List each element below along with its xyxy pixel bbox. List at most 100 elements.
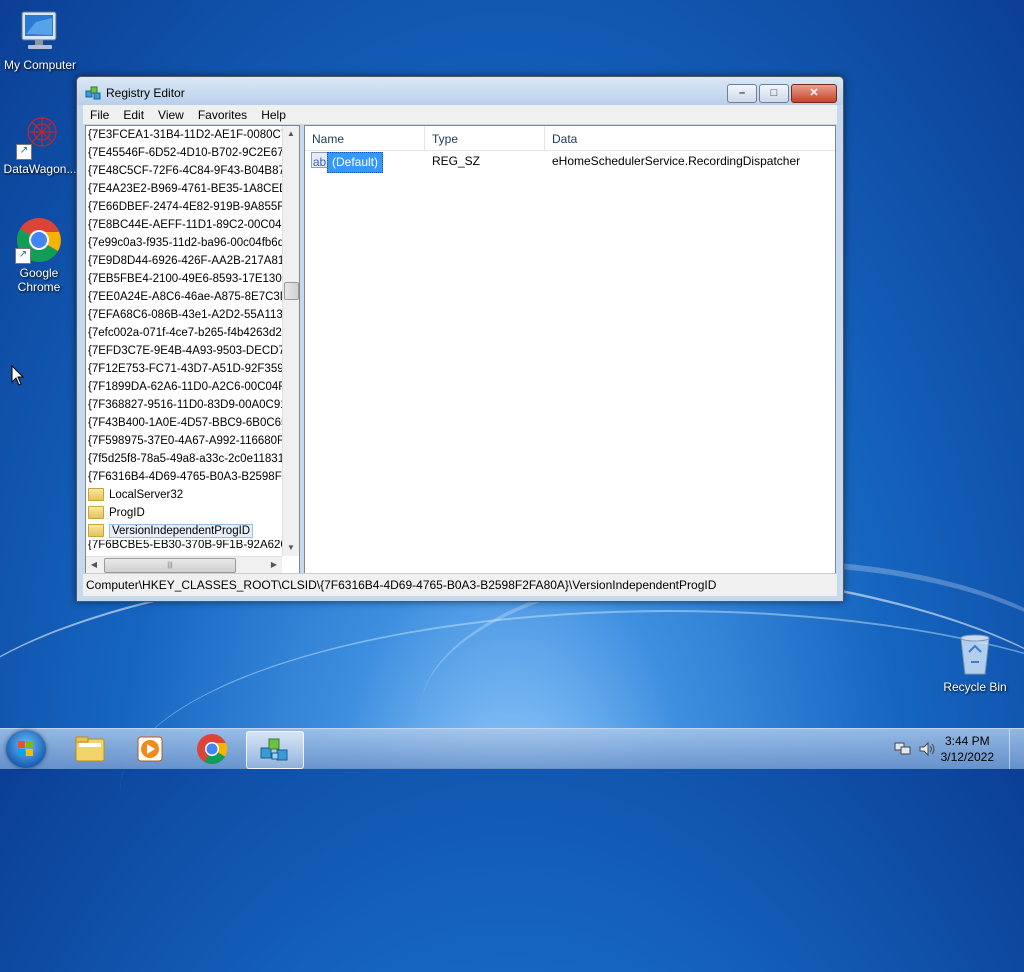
maximize-icon: □ xyxy=(770,87,778,99)
values-column-header: Name Type Data xyxy=(305,126,835,151)
tree-key-row[interactable]: {7E45546F-6D52-4D10-B702-9C2E67232E62} xyxy=(86,144,299,162)
maximize-button[interactable]: □ xyxy=(759,84,789,103)
tree-key-row[interactable]: {7e99c0a3-f935-11d2-ba96-00c04fb6d0d1} xyxy=(86,234,299,252)
tree-key-label: {7F43B400-1A0E-4D57-BBC9-6B0C65F7A889} xyxy=(88,417,299,429)
tree-key-label: {7efc002a-071f-4ce7-b265-f4b4263d2fd3} xyxy=(88,327,299,339)
column-type[interactable]: Type xyxy=(425,126,545,150)
column-data[interactable]: Data xyxy=(545,126,834,150)
network-icon[interactable] xyxy=(894,741,912,757)
scroll-right-icon[interactable]: ▶ xyxy=(266,557,282,573)
title-bar[interactable]: Registry Editor – □ ✕ xyxy=(77,77,843,105)
volume-icon[interactable] xyxy=(918,741,936,757)
tree-key-label: {7F1899DA-62A6-11D0-A2C6-00C04FD909DD} xyxy=(88,381,299,393)
tree-key-row[interactable]: {7F1899DA-62A6-11D0-A2C6-00C04FD909DD} xyxy=(86,378,299,396)
desktop-icon-recycle-bin[interactable]: Recycle Bin xyxy=(935,630,1015,694)
registry-key-tree[interactable]: {7E3FCEA1-31B4-11D2-AE1F-0080C7337EA1} {7… xyxy=(85,125,300,574)
tree-horizontal-scrollbar[interactable]: ◀ ||| ▶ xyxy=(86,556,282,573)
minimize-button[interactable]: – xyxy=(727,84,757,103)
shortcut-arrow-icon: ↗ xyxy=(16,144,32,160)
tree-key-row[interactable]: {7E4A23E2-B969-4761-BE35-1A8CED58E323} xyxy=(86,180,299,198)
desktop-icon-my-computer[interactable]: My Computer xyxy=(0,8,80,72)
close-button[interactable]: ✕ xyxy=(791,84,837,103)
tree-subkey-row[interactable]: LocalServer32 xyxy=(86,486,299,504)
tree-key-label: {7F6316B4-4D69-4765-B0A3-B2598F2FA80A} xyxy=(88,471,299,483)
show-desktop-button[interactable] xyxy=(1009,729,1024,769)
tree-subkey-row[interactable]: ProgID xyxy=(86,504,299,522)
media-player-icon xyxy=(137,736,163,762)
taskbar-registry-editor[interactable] xyxy=(246,731,304,769)
datawagon-icon: ↗ xyxy=(16,112,64,160)
menu-bar: File Edit View Favorites Help xyxy=(83,105,837,124)
scroll-down-icon[interactable]: ▼ xyxy=(283,540,299,556)
windows-logo-icon xyxy=(18,741,34,757)
scroll-left-icon[interactable]: ◀ xyxy=(86,557,102,573)
clock[interactable]: 3:44 PM 3/12/2022 xyxy=(941,733,994,765)
tree-subkey-label: ProgID xyxy=(109,507,145,519)
folder-icon xyxy=(88,506,104,520)
registry-editor-window[interactable]: Registry Editor – □ ✕ File Edit View Fav… xyxy=(76,76,844,602)
value-data: eHomeSchedulerService.RecordingDispatche… xyxy=(552,154,801,168)
tree-key-label: {7EE0A24E-A8C6-46ae-A875-8E7C3D39D9A3} xyxy=(88,291,299,303)
value-type: REG_SZ xyxy=(432,154,481,168)
tree-key-row[interactable]: {7EE0A24E-A8C6-46ae-A875-8E7C3D39D9A3} xyxy=(86,288,299,306)
tree-key-label: {7F598975-37E0-4A67-A992-116680F0CEDA} xyxy=(88,435,299,447)
tree-key-row[interactable]: {7f5d25f8-78a5-49a8-a33c-2c0e11831b8d} xyxy=(86,450,299,468)
column-name[interactable]: Name xyxy=(305,126,425,150)
taskbar-windows-explorer[interactable] xyxy=(62,731,118,767)
taskbar-google-chrome[interactable] xyxy=(184,731,240,767)
tree-key-row[interactable]: {7F6316B4-4D69-4765-B0A3-B2598F2FA80A} xyxy=(86,468,299,486)
clock-time: 3:44 PM xyxy=(944,734,990,748)
scroll-thumb[interactable] xyxy=(284,282,299,300)
tree-key-label: {7EFD3C7E-9E4B-4A93-9503-DECD74C0AC6D} xyxy=(88,345,299,357)
menu-edit[interactable]: Edit xyxy=(116,108,151,122)
menu-favorites[interactable]: Favorites xyxy=(191,108,254,122)
tree-key-row[interactable]: {7F12E753-FC71-43D7-A51D-92F35977E1D8} xyxy=(86,360,299,378)
close-icon: ✕ xyxy=(809,87,819,99)
desktop-icon-label: DataWagon... xyxy=(3,162,77,176)
tree-key-row[interactable]: {7F598975-37E0-4A67-A992-116680F0CEDA} xyxy=(86,432,299,450)
tree-key-row[interactable]: {7E8BC44E-AEFF-11D1-89C2-00C04FB6BFC4} xyxy=(86,216,299,234)
tree-key-row[interactable]: {7E66DBEF-2474-4E82-919B-9A855F4C2FE8} xyxy=(86,198,299,216)
tree-key-row[interactable]: {7efc002a-071f-4ce7-b265-f4b4263d2fd3} xyxy=(86,324,299,342)
tree-key-label: {7F368827-9516-11D0-83D9-00A0C911E5DF} xyxy=(88,399,299,411)
taskbar: 3:44 PM 3/12/2022 xyxy=(0,728,1024,769)
desktop-icon-google-chrome[interactable]: ↗ Google Chrome xyxy=(0,216,78,294)
computer-icon xyxy=(16,8,64,56)
tree-key-row[interactable]: {7E9D8D44-6926-426F-AA2B-217A819A5CCE} xyxy=(86,252,299,270)
tree-key-label: {7EFA68C6-086B-43e1-A2D2-55A113531240} xyxy=(88,309,299,321)
scroll-up-icon[interactable]: ▲ xyxy=(283,126,299,142)
folder-icon xyxy=(75,736,105,762)
taskbar-media-player[interactable] xyxy=(122,731,178,767)
tree-key-label: {7F12E753-FC71-43D7-A51D-92F35977E1D8} xyxy=(88,363,299,375)
tree-key-row[interactable]: {7F43B400-1A0E-4D57-BBC9-6B0C65F7A889} xyxy=(86,414,299,432)
desktop-icon-label: My Computer xyxy=(3,58,77,72)
tree-key-label: {7E66DBEF-2474-4E82-919B-9A855F4C2FE8} xyxy=(88,201,299,213)
tree-key-row[interactable]: {7E48C5CF-72F6-4C84-9F43-B04B87E8C81B} xyxy=(86,162,299,180)
tree-key-row[interactable]: {7EB5FBE4-2100-49E6-8593-17E130122F91} xyxy=(86,270,299,288)
start-button[interactable] xyxy=(6,730,46,768)
registry-values-pane[interactable]: Name Type Data ab (Default) REG_SZ eHome… xyxy=(304,125,836,574)
clock-date: 3/12/2022 xyxy=(940,750,994,764)
value-row[interactable]: ab (Default) REG_SZ eHomeSchedulerServic… xyxy=(305,152,835,173)
desktop-icon-datawagon[interactable]: ↗ DataWagon... xyxy=(0,112,80,176)
scroll-thumb[interactable]: ||| xyxy=(104,558,236,573)
tree-key-label: {7E48C5CF-72F6-4C84-9F43-B04B87E8C81B} xyxy=(88,165,299,177)
menu-help[interactable]: Help xyxy=(254,108,293,122)
tree-key-label: {7E9D8D44-6926-426F-AA2B-217A819A5CCE} xyxy=(88,255,299,267)
menu-file[interactable]: File xyxy=(83,108,116,122)
tree-key-row[interactable]: {7F368827-9516-11D0-83D9-00A0C911E5DF} xyxy=(86,396,299,414)
tree-vertical-scrollbar[interactable]: ▲ ▼ xyxy=(282,126,299,556)
tree-key-label: {7EB5FBE4-2100-49E6-8593-17E130122F91} xyxy=(88,273,299,285)
value-name[interactable]: (Default) xyxy=(327,152,384,173)
tree-key-row[interactable]: {7E3FCEA1-31B4-11D2-AE1F-0080C7337EA1} xyxy=(86,126,299,144)
status-bar-path: Computer\HKEY_CLASSES_ROOT\CLSID\{7F6316… xyxy=(83,573,837,596)
string-value-icon: ab xyxy=(311,152,328,169)
menu-view[interactable]: View xyxy=(151,108,191,122)
tree-key-row[interactable]: {7EFA68C6-086B-43e1-A2D2-55A113531240} xyxy=(86,306,299,324)
tree-key-row[interactable]: {7EFD3C7E-9E4B-4A93-9503-DECD74C0AC6D} xyxy=(86,342,299,360)
tree-key-label: {7f5d25f8-78a5-49a8-a33c-2c0e11831b8d} xyxy=(88,453,299,465)
tree-key-row[interactable]: {7F6BCBE5-EB30-370B-9F1B-92A6265AFEDD} xyxy=(86,540,299,550)
tree-key-label: {7F6BCBE5-EB30-370B-9F1B-92A6265AFEDD} xyxy=(88,540,299,550)
tree-subkey-row[interactable]: VersionIndependentProgID xyxy=(86,522,299,540)
chrome-icon xyxy=(197,734,228,765)
